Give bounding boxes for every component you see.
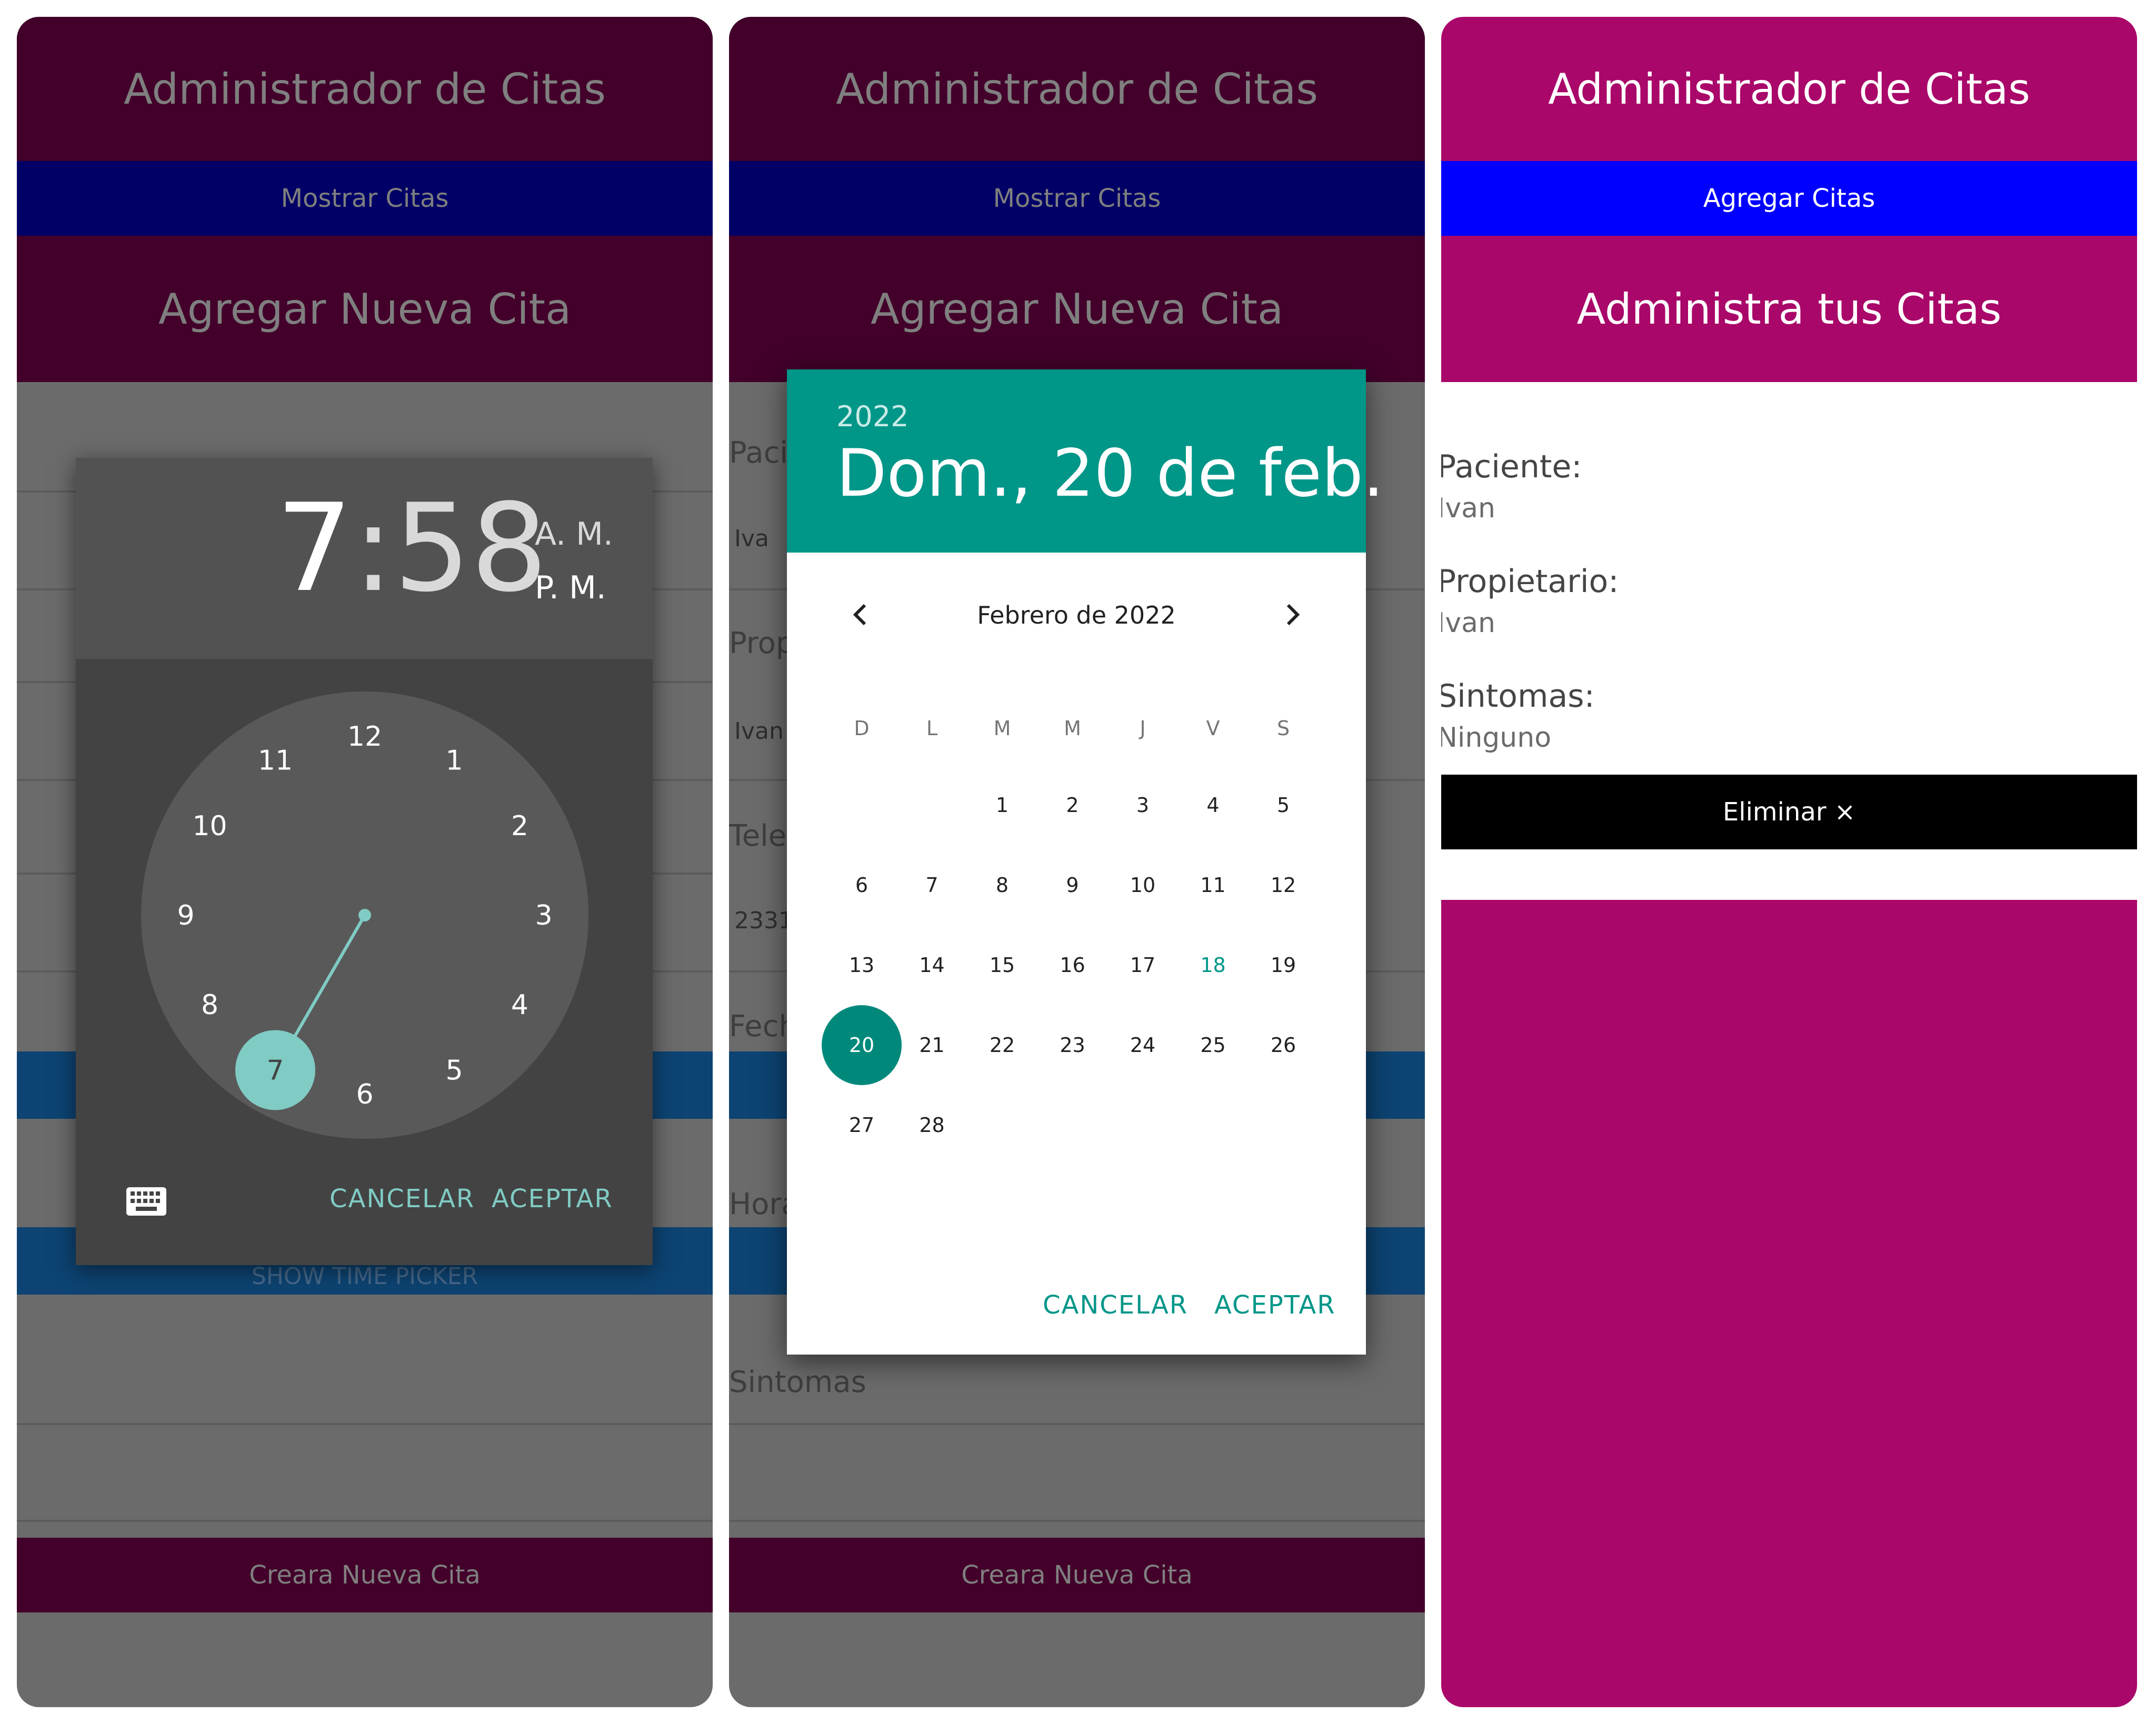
app-title: Administrador de Citas	[729, 17, 1425, 161]
calendar-grid: D L M M J V S 1 2 3 4 5 6 7 8 9 10 11 12 13 14 15 16 17 18 19 20 21…	[787, 369, 1366, 1355]
calendar-day-7[interactable]: 7	[897, 850, 967, 920]
symptoms-label: Sintomas:	[1441, 678, 1595, 715]
calendar-day-18[interactable]: 18	[1178, 930, 1249, 1000]
divider	[17, 1520, 713, 1522]
hour-display[interactable]: 7	[276, 478, 353, 619]
form-title: Agregar Nueva Cita	[729, 236, 1425, 382]
dial-hour-11[interactable]: 11	[258, 745, 293, 777]
symptoms-label: Sintomas	[729, 1365, 866, 1399]
cancel-button[interactable]: CANCELAR	[1043, 1290, 1188, 1320]
calendar-day-3[interactable]: 3	[1107, 770, 1178, 840]
dial-hour-2[interactable]: 2	[511, 810, 528, 842]
weekday-header: M	[993, 717, 1011, 740]
calendar-day-20[interactable]: 20	[822, 1005, 902, 1085]
weekday-header: S	[1276, 717, 1290, 740]
patient-label: Paci	[729, 436, 788, 470]
calendar-day-23[interactable]: 23	[1037, 1010, 1108, 1080]
calendar-day-16[interactable]: 16	[1037, 930, 1108, 1000]
cancel-button[interactable]: CANCELAR	[330, 1184, 475, 1214]
calendar-day-26[interactable]: 26	[1248, 1010, 1319, 1080]
screen-date-picker: Administrador de Citas Mostrar Citas Agr…	[729, 17, 1425, 1707]
owner-label: Propietario:	[1441, 563, 1619, 600]
divider	[729, 1423, 1425, 1425]
create-appointment-button[interactable]: Creara Nueva Cita	[729, 1538, 1425, 1612]
calendar-day-13[interactable]: 13	[826, 930, 897, 1000]
symptoms-value: Ninguno	[1441, 722, 1552, 754]
time-separator: :	[353, 478, 394, 619]
minute-display[interactable]: 58	[394, 478, 548, 619]
calendar-day-21[interactable]: 21	[897, 1010, 967, 1080]
dial-hour-9[interactable]: 9	[177, 900, 194, 931]
calendar-day-5[interactable]: 5	[1248, 770, 1319, 840]
phone-input[interactable]: 2331	[734, 907, 793, 934]
dial-hour-4[interactable]: 4	[511, 989, 528, 1021]
divider	[17, 1423, 713, 1425]
patient-input[interactable]: Iva	[734, 525, 769, 552]
dial-hour-5[interactable]: 5	[445, 1055, 463, 1086]
patient-value: Ivan	[1441, 493, 1495, 524]
create-appointment-button[interactable]: Creara Nueva Cita	[17, 1538, 713, 1612]
weekday-header: D	[854, 717, 870, 740]
dial-hour-10[interactable]: 10	[192, 810, 227, 842]
add-appointments-button[interactable]: Agregar Citas	[1441, 161, 2137, 236]
calendar-day-28[interactable]: 28	[897, 1090, 967, 1160]
dial-hour-6[interactable]: 6	[356, 1079, 373, 1110]
calendar-day-8[interactable]: 8	[967, 850, 1037, 920]
form-title: Agregar Nueva Cita	[17, 236, 713, 382]
app-title: Administrador de Citas	[17, 17, 713, 161]
owner-label: Prop	[729, 626, 795, 660]
keyboard-icon[interactable]	[126, 1187, 166, 1216]
weekday-header: J	[1140, 717, 1146, 740]
calendar-day-12[interactable]: 12	[1248, 850, 1319, 920]
screen-appointment-list: Administrador de Citas Agregar Citas Adm…	[1441, 17, 2137, 1707]
patient-label: Paciente:	[1441, 448, 1582, 485]
calendar-day-10[interactable]: 10	[1107, 850, 1178, 920]
calendar-day-15[interactable]: 15	[967, 930, 1037, 1000]
am-toggle[interactable]: A. M.	[535, 516, 613, 553]
calendar-day-11[interactable]: 11	[1178, 850, 1249, 920]
dial-hour-3[interactable]: 3	[535, 900, 552, 931]
calendar-day-2[interactable]: 2	[1037, 770, 1108, 840]
weekday-header: M	[1064, 717, 1081, 740]
dial-hour-7[interactable]: 7	[266, 1055, 284, 1086]
calendar-day-4[interactable]: 4	[1178, 770, 1249, 840]
list-title: Administra tus Citas	[1441, 236, 2137, 382]
pm-toggle[interactable]: P. M.	[535, 569, 606, 606]
owner-value: Ivan	[1441, 607, 1495, 639]
delete-button[interactable]: Eliminar ×	[1441, 775, 2137, 849]
dial-hour-12[interactable]: 12	[347, 721, 382, 753]
show-appointments-button[interactable]: Mostrar Citas	[17, 161, 713, 236]
screen-time-picker: Administrador de Citas Mostrar Citas Agr…	[17, 17, 713, 1707]
owner-input[interactable]: Ivan	[734, 718, 784, 745]
time-display: 7:58	[276, 488, 548, 609]
date-picker-dialog: 2022 Dom., 20 de feb. Febrero de 2022 DL…	[787, 369, 1384, 1355]
calendar-day-14[interactable]: 14	[897, 930, 967, 1000]
weekday-header: V	[1206, 717, 1220, 740]
divider	[729, 1520, 1425, 1522]
phone-label: Tele	[729, 819, 787, 853]
next-appointment-card	[1441, 900, 2137, 1707]
show-time-picker-label: SHOW TIME PICKER	[251, 1263, 478, 1290]
dial-hour-1[interactable]: 1	[445, 745, 463, 777]
calendar-day-9[interactable]: 9	[1037, 850, 1108, 920]
weekday-header: L	[926, 717, 938, 740]
app-title: Administrador de Citas	[1441, 17, 2137, 161]
time-picker-dialog: 7:58 A. M. P. M. 12 1 2 3 4 5 6 7 8 9 10 11 CANCELA…	[76, 458, 653, 1265]
calendar-day-24[interactable]: 24	[1107, 1010, 1178, 1080]
calendar-day-27[interactable]: 27	[826, 1090, 897, 1160]
calendar-day-6[interactable]: 6	[826, 850, 897, 920]
accept-button[interactable]: ACEPTAR	[492, 1184, 613, 1214]
time-picker-header: 7:58 A. M. P. M.	[76, 458, 653, 659]
calendar-day-19[interactable]: 19	[1248, 930, 1319, 1000]
dial-hour-8[interactable]: 8	[201, 989, 218, 1021]
calendar-day-17[interactable]: 17	[1107, 930, 1178, 1000]
calendar-day-22[interactable]: 22	[967, 1010, 1037, 1080]
calendar-day-25[interactable]: 25	[1178, 1010, 1249, 1080]
show-appointments-button[interactable]: Mostrar Citas	[729, 161, 1425, 236]
clock-dial[interactable]: 121234567891011	[141, 691, 588, 1139]
accept-button[interactable]: ACEPTAR	[1214, 1290, 1336, 1320]
calendar-day-1[interactable]: 1	[967, 770, 1037, 840]
clock-center-dot	[358, 909, 371, 921]
